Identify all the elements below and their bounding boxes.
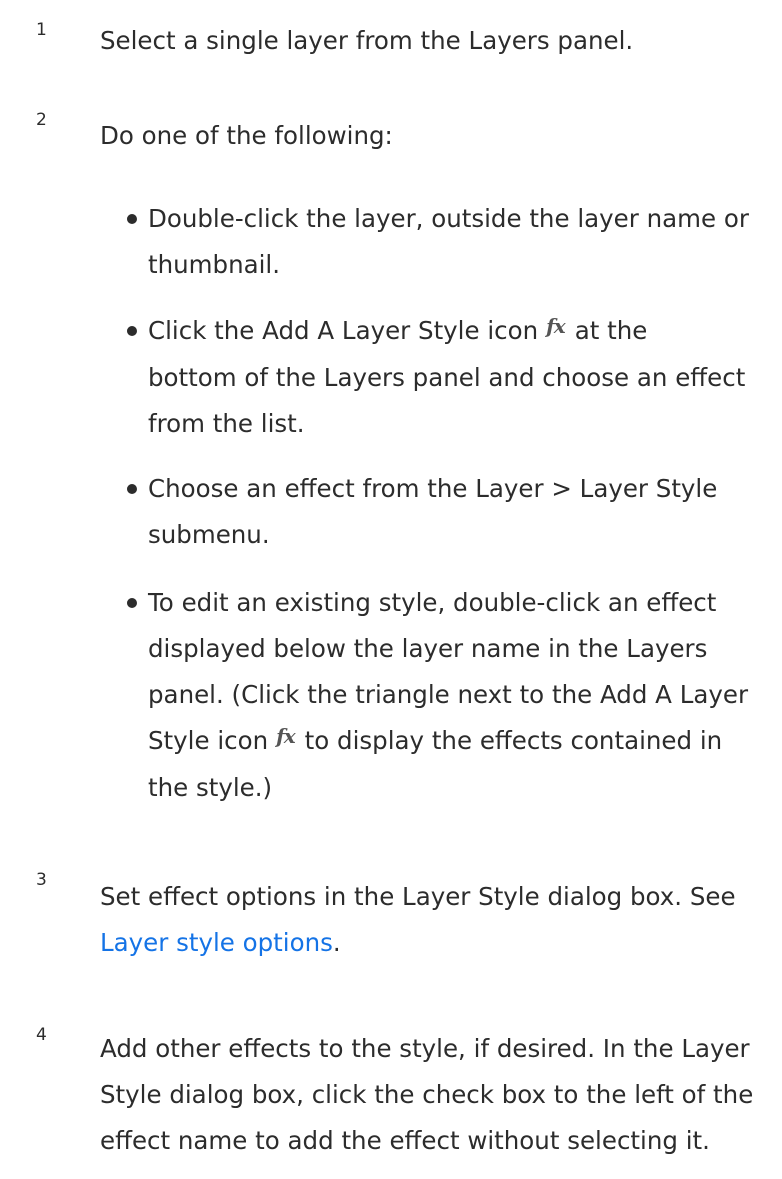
step-number: 4	[36, 1025, 47, 1045]
list-item: To edit an existing style, double-click …	[127, 580, 782, 811]
layer-style-options-link[interactable]: Layer style options	[100, 928, 333, 957]
list-item: Click the Add A Layer Style icon fx at the…	[127, 308, 782, 447]
bullet-icon	[127, 484, 137, 494]
instructions-page: 1 Select a single layer from the Layers …	[0, 0, 782, 1179]
bullet-icon	[127, 214, 137, 224]
step-number: 2	[36, 110, 47, 130]
step-2-text: Do one of the following:	[100, 121, 393, 150]
list-item: Choose an effect from the Layer > Layer …	[127, 466, 782, 558]
bullet-icon	[127, 326, 137, 336]
bullet-icon	[127, 598, 137, 608]
fx-icon: fx	[276, 724, 296, 748]
fx-icon: fx	[546, 314, 566, 338]
step-text: Do one of the following:	[100, 113, 782, 159]
list-item: Double-click the layer, outside the laye…	[127, 196, 782, 288]
step-text: Set effect options in the Layer Style di…	[100, 882, 736, 957]
step-number: 1	[36, 20, 47, 40]
step-text: Add other effects to the style, if desir…	[100, 1034, 754, 1155]
step-text: Select a single layer from the Layers pa…	[100, 18, 782, 64]
step-number: 3	[36, 870, 47, 890]
step-1-text: Select a single layer from the Layers pa…	[100, 26, 634, 55]
